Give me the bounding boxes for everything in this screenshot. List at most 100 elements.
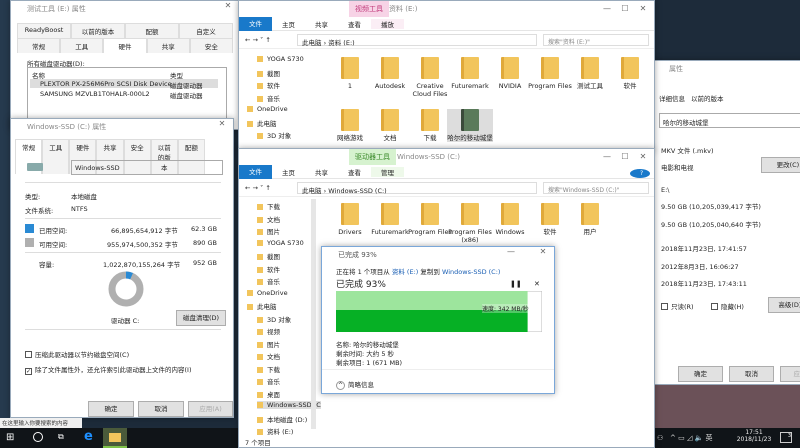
cancel-icon[interactable]: ✕ (534, 280, 540, 288)
nav-arrows[interactable]: ← → ˅ ↑ (245, 184, 271, 192)
nav-item[interactable]: 音乐 (257, 276, 280, 286)
context-tab-video-tools[interactable]: 视频工具 (349, 1, 389, 17)
nav-item[interactable]: 桌面 (257, 389, 280, 399)
apply-button[interactable]: 应用(A) (188, 401, 233, 417)
readonly-checkbox[interactable]: 只读(R) (661, 301, 694, 311)
disk-row[interactable]: SAMSUNG MZVLB1T0HALR-000L2 磁盘驱动器 (30, 89, 218, 100)
folder-item[interactable]: 用户 (567, 203, 613, 236)
system-tray[interactable]: ⚇ ^ ▭ ◿ 🔈 英 (657, 433, 713, 443)
apply-button[interactable]: 应用 (780, 366, 800, 382)
tab-1[interactable]: 工具 (42, 139, 70, 174)
nav-item[interactable]: 资料 (E:) (257, 426, 293, 436)
nav-item[interactable]: 3D 对象 (257, 130, 291, 140)
ok-button[interactable]: 确定 (678, 366, 723, 382)
minimize-icon[interactable]: — (600, 1, 614, 17)
nav-item[interactable]: 文档 (257, 351, 280, 361)
source-link[interactable]: 资料 (E:) (392, 268, 418, 276)
nav-item[interactable]: 截图 (257, 68, 280, 78)
ribbon-view[interactable]: 查看 (338, 19, 371, 29)
ribbon-home[interactable]: 主页 (272, 19, 305, 29)
ribbon-share[interactable]: 共享 (305, 167, 338, 177)
nav-item[interactable]: 下载 (257, 201, 280, 211)
close-icon[interactable]: ✕ (636, 1, 650, 17)
nav-item[interactable]: OneDrive (247, 105, 288, 113)
disk-cleanup-button[interactable]: 磁盘清理(D) (176, 310, 226, 326)
maximize-icon[interactable]: ☐ (618, 149, 632, 165)
compress-checkbox[interactable]: 压缩此驱动器以节约磁盘空间(C) (25, 349, 129, 359)
disk-row[interactable]: PLEXTOR PX-256M6Pro SCSI Disk Device 磁盘驱动… (30, 79, 218, 90)
nav-item[interactable]: 截图 (257, 251, 280, 261)
ribbon-play[interactable]: 播放 (371, 18, 404, 29)
cortana-icon[interactable] (33, 432, 43, 442)
windows-start-icon[interactable]: ⊞ (6, 432, 14, 443)
nav-item[interactable]: 音乐 (257, 376, 280, 386)
nav-item[interactable]: 图片 (257, 226, 280, 236)
folder-item[interactable]: 软件 (607, 57, 653, 90)
address-bar[interactable]: 此电脑 › 资料 (E:) (297, 34, 537, 47)
search-input[interactable]: 搜索"Windows-SSD (C:)" (543, 182, 649, 194)
ribbon-manage[interactable]: 管理 (371, 166, 404, 177)
tab-customize[interactable]: 自定义 (179, 23, 233, 38)
search-input[interactable]: 搜索"资料 (E:)" (543, 34, 649, 46)
pause-icon[interactable]: ❚❚ (510, 280, 522, 288)
close-icon[interactable]: ✕ (215, 119, 229, 128)
tab-quota[interactable]: 配额 (125, 23, 179, 38)
tab-details[interactable]: 详细信息 (659, 93, 685, 103)
ribbon-home[interactable]: 主页 (272, 167, 305, 177)
tab-previous-versions[interactable]: 以前的版本 (71, 23, 125, 38)
tab-tools[interactable]: 工具 (60, 38, 104, 53)
ribbon-share[interactable]: 共享 (305, 19, 338, 29)
tab-security[interactable]: 安全 (189, 38, 234, 53)
nav-item[interactable]: 软件 (257, 264, 280, 274)
nav-item[interactable]: 软件 (257, 80, 280, 90)
cancel-button[interactable]: 取消 (138, 401, 184, 417)
close-icon[interactable]: ✕ (221, 1, 235, 10)
change-button[interactable]: 更改(C)... (761, 157, 800, 173)
nav-item[interactable]: 本地磁盘 (D:) (257, 414, 307, 424)
folder-item[interactable]: 哈尔的移动城堡 (447, 109, 493, 142)
volume-name-field[interactable]: Windows-SSD (71, 160, 223, 175)
nav-item[interactable]: YOGA S730 (257, 239, 304, 247)
address-bar[interactable]: 此电脑 › Windows-SSD (C:) (297, 182, 537, 195)
hidden-checkbox[interactable]: 隐藏(H) (711, 301, 744, 311)
file-explorer-taskbar-button[interactable] (103, 428, 127, 448)
nav-item[interactable]: 视频 (257, 326, 280, 336)
ok-button[interactable]: 确定 (88, 401, 134, 417)
tab-sharing[interactable]: 共享 (146, 38, 190, 53)
close-icon[interactable]: ✕ (636, 149, 650, 165)
context-tab-drive-tools[interactable]: 驱动器工具 (349, 149, 396, 165)
help-icon[interactable]: ? (630, 169, 650, 178)
index-checkbox[interactable]: ✓ 除了文件属性外，还允许索引此驱动器上文件的内容(I) (25, 364, 192, 375)
nav-item[interactable]: 音乐 (257, 93, 280, 103)
less-details-button[interactable]: ^ 简略信息 (336, 379, 374, 390)
file-name-field[interactable]: 哈尔的移动城堡 (659, 113, 800, 128)
clock[interactable]: 17:51 2018/11/23 (734, 429, 774, 443)
destination-link[interactable]: Windows-SSD (C:) (442, 268, 500, 276)
nav-item[interactable]: 文档 (257, 214, 280, 224)
nav-item[interactable]: YOGA S730 (257, 55, 304, 63)
cancel-button[interactable]: 取消 (729, 366, 774, 382)
tab-previous-versions[interactable]: 以前的版本 (691, 93, 724, 103)
tab-readyboost[interactable]: ReadyBoost (17, 23, 71, 38)
nav-item[interactable]: 图片 (257, 339, 280, 349)
notification-icon[interactable]: 3 (780, 432, 792, 443)
ribbon-file[interactable]: 文件 (239, 164, 272, 179)
maximize-icon[interactable]: ☐ (618, 1, 632, 17)
nav-scrollbar[interactable] (311, 199, 316, 429)
tab-hardware[interactable]: 硬件 (103, 38, 147, 53)
nav-item[interactable]: 此电脑 (247, 118, 277, 128)
nav-item[interactable]: 3D 对象 (257, 314, 291, 324)
nav-item[interactable]: 此电脑 (247, 301, 277, 311)
nav-item[interactable]: 下载 (257, 364, 280, 374)
task-view-icon[interactable]: ⧉ (58, 432, 64, 442)
nav-item[interactable]: OneDrive (247, 289, 288, 297)
edge-icon[interactable]: e (84, 429, 93, 444)
nav-arrows[interactable]: ← → ˅ ↑ (245, 36, 271, 44)
close-icon[interactable]: ✕ (536, 247, 550, 256)
tab-general[interactable]: 常规 (17, 38, 61, 53)
advanced-button[interactable]: 高级(D)... (768, 297, 800, 313)
minimize-icon[interactable]: — (504, 247, 518, 256)
minimize-icon[interactable]: — (600, 149, 614, 165)
ribbon-view[interactable]: 查看 (338, 167, 371, 177)
ribbon-file[interactable]: 文件 (239, 16, 272, 31)
